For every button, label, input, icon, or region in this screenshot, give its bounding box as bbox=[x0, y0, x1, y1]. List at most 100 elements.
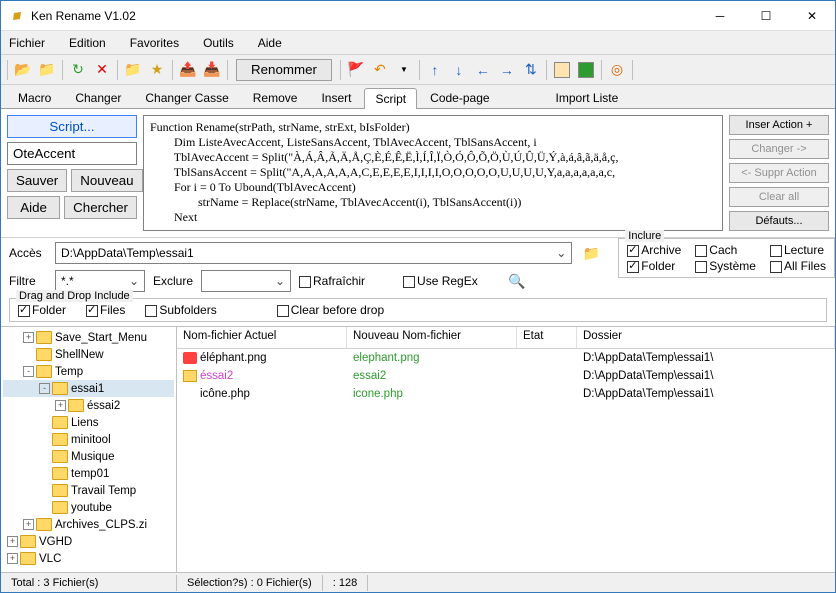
find-button[interactable]: Chercher bbox=[64, 196, 137, 219]
path-input[interactable]: D:\AppData\Temp\essai1 ⌄ bbox=[55, 242, 572, 264]
drag-files-checkbox[interactable]: Files bbox=[86, 303, 125, 317]
script-button[interactable]: Script... bbox=[7, 115, 137, 138]
include-allfiles-checkbox[interactable]: All Files bbox=[770, 259, 826, 273]
menu-aide[interactable]: Aide bbox=[258, 36, 282, 50]
toolbar-left-icon[interactable]: ← bbox=[472, 59, 494, 81]
search-icon[interactable]: 🔍 bbox=[506, 270, 528, 292]
drag-clear-checkbox[interactable]: Clear before drop bbox=[277, 303, 384, 317]
toolbar-folder-icon[interactable]: 📁 bbox=[122, 59, 144, 81]
toolbar-refresh-icon[interactable]: ↻ bbox=[67, 59, 89, 81]
toolbar-add-icon[interactable]: 📁 bbox=[36, 59, 58, 81]
script-name-input[interactable] bbox=[7, 142, 137, 165]
toolbar-right-icon[interactable]: → bbox=[496, 59, 518, 81]
file-list: Nom-fichier Actuel Nouveau Nom-fichier E… bbox=[177, 327, 835, 572]
tree-item[interactable]: +VGHD bbox=[3, 533, 174, 550]
tab-blank[interactable] bbox=[503, 87, 543, 108]
include-lecture-checkbox[interactable]: Lecture bbox=[770, 243, 826, 257]
toolbar-undo-icon[interactable]: ↶ bbox=[369, 59, 391, 81]
toolbar: 📂 📁 ↻ ✕ 📁 ★ 📤 📥 Renommer 🚩 ↶ ▼ ↑ ↓ ← → ⇅… bbox=[1, 55, 835, 85]
tab-script[interactable]: Script bbox=[364, 88, 417, 109]
column-new[interactable]: Nouveau Nom-fichier bbox=[347, 327, 517, 348]
clear-all-button[interactable]: Clear all bbox=[729, 187, 829, 207]
include-archive-checkbox[interactable]: Archive bbox=[627, 243, 681, 257]
change-action-button[interactable]: Changer -> bbox=[729, 139, 829, 159]
column-state[interactable]: Etat bbox=[517, 327, 577, 348]
tree-item[interactable]: ShellNew bbox=[3, 346, 174, 363]
toolbar-delete-icon[interactable]: ✕ bbox=[91, 59, 113, 81]
filter-label: Filtre bbox=[9, 274, 47, 288]
tab-changer[interactable]: Changer bbox=[64, 87, 132, 108]
new-button[interactable]: Nouveau bbox=[71, 169, 142, 192]
chevron-down-icon[interactable]: ⌄ bbox=[556, 246, 566, 260]
tree-item[interactable]: minitool bbox=[3, 431, 174, 448]
tab-insert[interactable]: Insert bbox=[310, 87, 362, 108]
tab-code-page[interactable]: Code-page bbox=[419, 87, 500, 108]
suppr-action-button[interactable]: <- Suppr Action bbox=[729, 163, 829, 183]
close-button[interactable]: ✕ bbox=[789, 1, 835, 31]
column-current[interactable]: Nom-fichier Actuel bbox=[177, 327, 347, 348]
toolbar-down-icon[interactable]: ↓ bbox=[448, 59, 470, 81]
save-button[interactable]: Sauver bbox=[7, 169, 67, 192]
titlebar[interactable]: Ken Rename V1.02 ─ ☐ ✕ bbox=[1, 1, 835, 31]
tree-item[interactable]: -essai1 bbox=[3, 380, 174, 397]
toolbar-target-icon[interactable]: ◎ bbox=[606, 59, 628, 81]
tab-remove[interactable]: Remove bbox=[242, 87, 309, 108]
status-selection: Sélection?s) : 0 Fichier(s) bbox=[177, 575, 323, 591]
include-folder-checkbox[interactable]: Folder bbox=[627, 259, 681, 273]
tree-item[interactable]: Liens bbox=[3, 414, 174, 431]
file-row[interactable]: icône.phpicone.phpD:\AppData\Temp\essai1… bbox=[177, 385, 835, 403]
maximize-button[interactable]: ☐ bbox=[743, 1, 789, 31]
browse-folder-icon[interactable]: 📁 bbox=[580, 242, 602, 264]
status-length: : 128 bbox=[323, 575, 368, 591]
tree-item[interactable]: +Archives_CLPS.zi bbox=[3, 516, 174, 533]
refresh-checkbox[interactable]: Rafraîchir bbox=[299, 274, 365, 288]
window-title: Ken Rename V1.02 bbox=[31, 9, 697, 23]
tree-item[interactable]: -Temp bbox=[3, 363, 174, 380]
defaults-button[interactable]: Défauts... bbox=[729, 211, 829, 231]
tab-macro[interactable]: Macro bbox=[7, 87, 62, 108]
column-folder[interactable]: Dossier bbox=[577, 327, 835, 348]
filter-input[interactable]: *.* ⌄ bbox=[55, 270, 145, 292]
script-editor[interactable]: Function Rename(strPath, strName, strExt… bbox=[143, 115, 723, 231]
toolbar-import-icon[interactable]: 📥 bbox=[201, 59, 223, 81]
include-cach-checkbox[interactable]: Cach bbox=[695, 243, 756, 257]
toolbar-undo-dropdown-icon[interactable]: ▼ bbox=[393, 59, 415, 81]
rename-button[interactable]: Renommer bbox=[236, 59, 332, 81]
toolbar-box1-icon[interactable] bbox=[551, 59, 573, 81]
tree-item[interactable]: temp01 bbox=[3, 465, 174, 482]
exclude-input[interactable]: ⌄ bbox=[201, 270, 291, 292]
chevron-down-icon[interactable]: ⌄ bbox=[275, 274, 285, 288]
file-row[interactable]: éssai2essai2D:\AppData\Temp\essai1\ bbox=[177, 367, 835, 385]
exclude-label: Exclure bbox=[153, 274, 193, 288]
minimize-button[interactable]: ─ bbox=[697, 1, 743, 31]
menu-fichier[interactable]: Fichier bbox=[9, 36, 45, 50]
tab-changer-casse[interactable]: Changer Casse bbox=[134, 87, 239, 108]
help-button[interactable]: Aide bbox=[7, 196, 60, 219]
file-row[interactable]: éléphant.pngelephant.pngD:\AppData\Temp\… bbox=[177, 349, 835, 367]
toolbar-star-icon[interactable]: ★ bbox=[146, 59, 168, 81]
tab-bar: MacroChangerChanger CasseRemoveInsertScr… bbox=[1, 85, 835, 109]
tree-item[interactable]: +Save_Start_Menu bbox=[3, 329, 174, 346]
folder-tree[interactable]: +Save_Start_MenuShellNew-Temp-essai1+éss… bbox=[1, 327, 177, 572]
include-systeme-checkbox[interactable]: Système bbox=[695, 259, 756, 273]
toolbar-up-icon[interactable]: ↑ bbox=[424, 59, 446, 81]
tree-item[interactable]: youtube bbox=[3, 499, 174, 516]
menu-favorites[interactable]: Favorites bbox=[130, 36, 179, 50]
tree-item[interactable]: +VLC bbox=[3, 550, 174, 567]
tab-import-liste[interactable]: Import Liste bbox=[545, 87, 630, 108]
toolbar-open-icon[interactable]: 📂 bbox=[12, 59, 34, 81]
insert-action-button[interactable]: Inser Action + bbox=[729, 115, 829, 135]
tree-item[interactable]: Musique bbox=[3, 448, 174, 465]
regex-checkbox[interactable]: Use RegEx bbox=[403, 274, 478, 288]
toolbar-flag-icon[interactable]: 🚩 bbox=[345, 59, 367, 81]
toolbar-export-icon[interactable]: 📤 bbox=[177, 59, 199, 81]
drag-subfolders-checkbox[interactable]: Subfolders bbox=[145, 303, 216, 317]
drag-folder-checkbox[interactable]: Folder bbox=[18, 303, 66, 317]
chevron-down-icon[interactable]: ⌄ bbox=[129, 274, 139, 288]
toolbar-box2-icon[interactable] bbox=[575, 59, 597, 81]
tree-item[interactable]: Travail Temp bbox=[3, 482, 174, 499]
menu-edition[interactable]: Edition bbox=[69, 36, 106, 50]
toolbar-sort-icon[interactable]: ⇅ bbox=[520, 59, 542, 81]
tree-item[interactable]: +éssai2 bbox=[3, 397, 174, 414]
menu-outils[interactable]: Outils bbox=[203, 36, 234, 50]
